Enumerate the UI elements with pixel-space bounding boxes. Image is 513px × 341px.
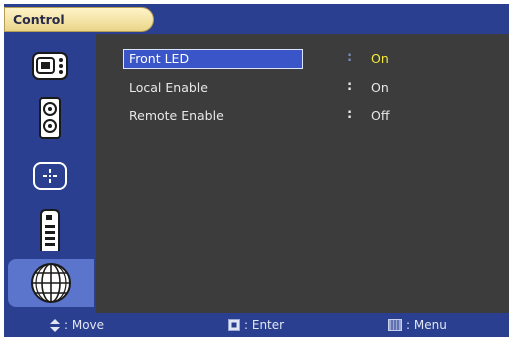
sidebar-item-audio[interactable] [15,94,85,142]
row-label: Front LED [129,51,190,66]
row-value[interactable]: Off [371,108,389,123]
row-label: Remote Enable [129,108,224,123]
sidebar-item-control[interactable] [8,259,94,307]
footer-enter-label: : Enter [244,318,285,332]
row-separator: : [347,107,353,122]
row-separator: : [347,50,353,65]
sidebar [4,34,96,313]
title-tab: Control [4,7,154,32]
row-separator: : [347,79,353,94]
footer-enter-hint: : Enter [228,318,284,332]
footer-move-label: : Move [64,318,105,332]
menu-row-local-enable[interactable]: Local Enable : On [123,78,403,98]
menu-button-icon [388,319,402,331]
setup-icon [33,162,67,190]
row-label: Local Enable [129,80,208,95]
footer-menu-label: : Menu [406,318,447,332]
menu-title: Control [13,12,65,27]
title-bar: Control [4,4,509,34]
footer-menu-hint: : Menu [388,318,447,332]
sidebar-item-setup[interactable] [15,152,85,200]
sidebar-item-picture[interactable] [15,42,85,90]
up-down-arrow-icon [50,318,60,332]
menu-row-front-led[interactable]: Front LED : On [123,49,403,69]
row-value[interactable]: On [371,51,389,66]
enter-button-icon [228,319,240,331]
speaker-icon [39,97,61,139]
remote-icon [40,209,60,251]
control-globe-icon [31,263,71,303]
menu-row-remote-enable[interactable]: Remote Enable : Off [123,106,403,126]
footer-bar: : Move : Enter : Menu [4,313,509,337]
settings-panel: Front LED : On Local Enable : On Remote … [96,34,509,313]
footer-move-hint: : Move [50,318,104,332]
picture-icon [32,52,68,80]
sidebar-item-remote[interactable] [15,206,85,254]
row-value[interactable]: On [371,80,389,95]
osd-window: Control Front LED: On Local Enable: On… [4,4,509,337]
